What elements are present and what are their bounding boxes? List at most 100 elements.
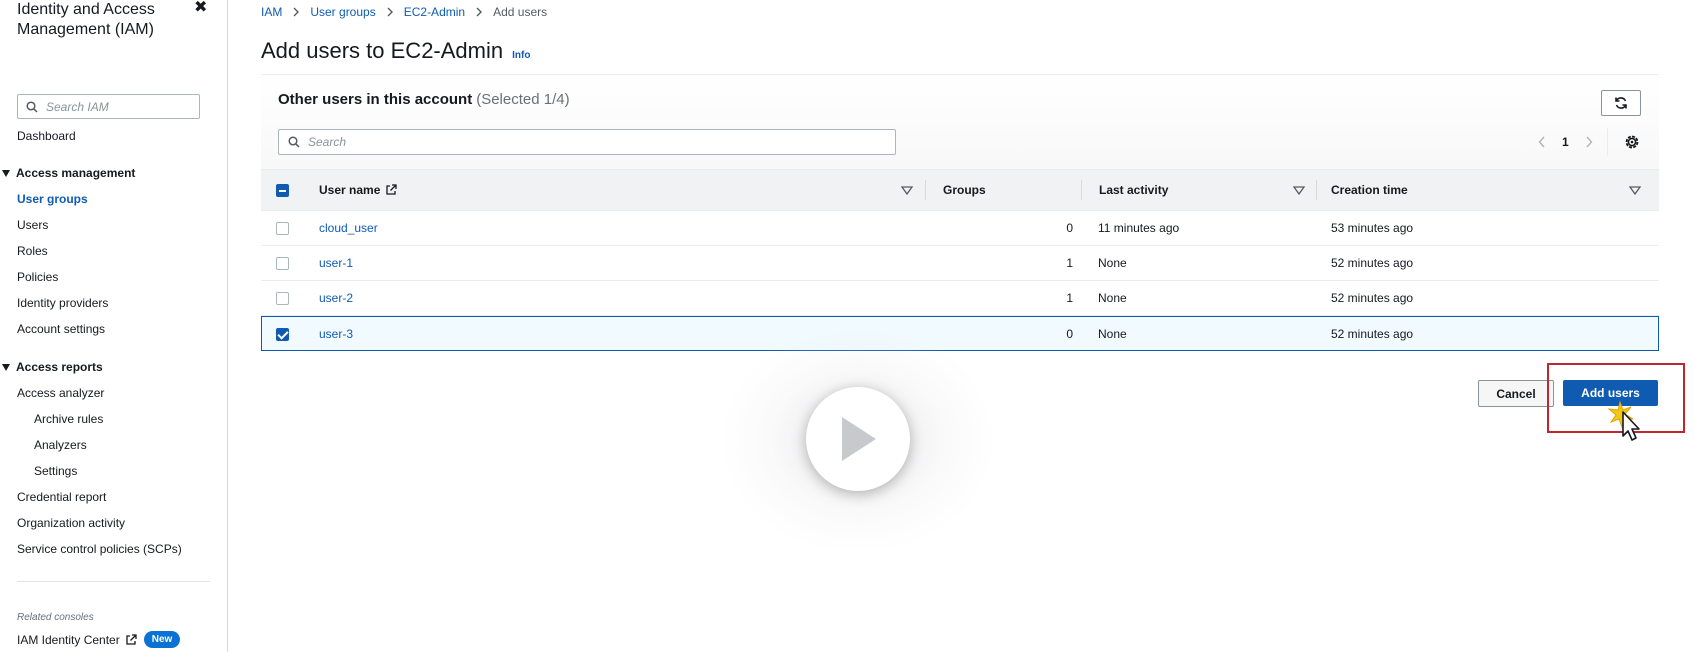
column-divider[interactable] [925, 180, 926, 200]
user-name-link[interactable]: user-2 [319, 281, 353, 315]
panel-header: Other users in this account (Selected 1/4… [261, 76, 1659, 169]
table-search-input[interactable] [308, 135, 868, 149]
column-divider[interactable] [1316, 180, 1317, 200]
refresh-button[interactable] [1601, 90, 1641, 116]
groups-count: 1 [1066, 291, 1073, 305]
sidebar-item-archive-rules[interactable]: Archive rules [34, 412, 103, 426]
sidebar-item-policies[interactable]: Policies [17, 270, 58, 284]
table-header: User name Groups Last activity Creation … [261, 169, 1659, 211]
table-search[interactable] [278, 129, 896, 155]
breadcrumb-user-groups[interactable]: User groups [310, 5, 375, 19]
last-activity: None [1098, 291, 1127, 305]
sidebar-item-roles[interactable]: Roles [17, 244, 48, 258]
column-last-activity[interactable]: Last activity [1099, 170, 1168, 210]
page: Identity and Access Management (IAM) ✖ D… [0, 0, 1694, 652]
breadcrumb-iam[interactable]: IAM [261, 5, 282, 19]
last-activity: 11 minutes ago [1098, 221, 1180, 235]
sidebar: Identity and Access Management (IAM) ✖ D… [0, 0, 228, 652]
new-badge: New [143, 631, 181, 648]
sidebar-title: Identity and Access Management (IAM) [17, 1, 155, 38]
sidebar-item-credential-report[interactable]: Credential report [17, 490, 106, 504]
users-table-panel: Other users in this account (Selected 1/4… [261, 76, 1659, 352]
sort-icon[interactable] [1293, 186, 1305, 195]
column-groups[interactable]: Groups [943, 170, 986, 210]
column-creation-time[interactable]: Creation time [1331, 170, 1408, 210]
sidebar-item-user-groups[interactable]: User groups [17, 192, 88, 206]
column-divider[interactable] [1081, 180, 1082, 200]
close-icon[interactable]: ✖ [194, 0, 210, 16]
breadcrumb-add-users: Add users [493, 5, 548, 19]
page-title-text: Add users to EC2-Admin [261, 38, 504, 63]
sidebar-search[interactable] [17, 94, 200, 119]
sidebar-section-access-management[interactable]: Access management [2, 166, 135, 180]
selected-count: (Selected 1/4) [476, 91, 570, 108]
user-name-link[interactable]: cloud_user [319, 211, 378, 245]
creation-time: 52 minutes ago [1331, 327, 1414, 341]
chevron-left-icon [1538, 136, 1545, 148]
sort-icon[interactable] [901, 186, 913, 195]
sidebar-item-analyzers[interactable]: Analyzers [34, 438, 87, 452]
row-select-cell [276, 317, 289, 351]
cancel-button[interactable]: Cancel [1478, 380, 1554, 407]
sidebar-item-users[interactable]: Users [17, 218, 48, 232]
sidebar-search-input[interactable] [46, 99, 186, 114]
panel-title: Other users in this account (Selected 1/4… [278, 91, 570, 108]
related-consoles-label: Related consoles [17, 612, 94, 623]
row-checkbox[interactable] [276, 221, 289, 235]
sidebar-item-scps[interactable]: Service control policies (SCPs) [17, 542, 182, 556]
sidebar-item-organization-activity[interactable]: Organization activity [17, 516, 125, 530]
sidebar-item-access-analyzer[interactable]: Access analyzer [17, 386, 104, 400]
column-label: User name [319, 183, 381, 197]
external-link-icon [386, 184, 398, 195]
table-row[interactable]: cloud_user 0 11 minutes ago 53 minutes a… [261, 211, 1659, 246]
row-checkbox[interactable] [276, 256, 289, 270]
gear-icon[interactable] [1623, 133, 1641, 151]
pagination: 1 [1536, 130, 1595, 154]
column-label: Creation time [1331, 183, 1408, 197]
caret-down-icon [2, 169, 10, 177]
sort-icon[interactable] [1629, 186, 1641, 195]
section-label: Access reports [16, 360, 103, 374]
user-name-link[interactable]: user-1 [319, 246, 353, 280]
creation-time: 53 minutes ago [1331, 221, 1414, 235]
row-select-cell [276, 211, 289, 245]
sidebar-item-identity-providers[interactable]: Identity providers [17, 296, 108, 310]
sidebar-section-access-reports[interactable]: Access reports [2, 360, 103, 374]
row-checkbox[interactable] [276, 327, 289, 341]
table-row[interactable]: user-1 1 None 52 minutes ago [261, 246, 1659, 281]
prev-page-button[interactable] [1536, 135, 1548, 149]
iam-identity-center-link[interactable]: IAM Identity Center New [17, 631, 181, 648]
last-activity: None [1098, 327, 1127, 341]
chevron-right-icon [293, 7, 300, 17]
page-number[interactable]: 1 [1562, 135, 1569, 149]
groups-count: 0 [1066, 221, 1073, 235]
sidebar-item-dashboard[interactable]: Dashboard [17, 129, 76, 143]
user-name-link[interactable]: user-3 [319, 317, 353, 351]
chevron-right-icon [387, 7, 393, 17]
pager-divider [1607, 128, 1608, 156]
breadcrumb-ec2-admin[interactable]: EC2-Admin [404, 5, 465, 19]
info-link[interactable]: Info [512, 50, 530, 61]
table-row[interactable]: user-2 1 None 52 minutes ago [261, 281, 1659, 316]
column-user-name[interactable]: User name [319, 170, 398, 210]
chevron-right-icon [476, 7, 483, 17]
select-all-cell [276, 170, 289, 210]
section-label: Access management [16, 166, 136, 180]
mouse-cursor-icon [1607, 400, 1640, 441]
select-all-checkbox[interactable] [276, 183, 289, 197]
creation-time: 52 minutes ago [1331, 256, 1414, 270]
row-select-cell [276, 246, 289, 280]
chevron-right-icon [1586, 136, 1593, 148]
sidebar-item-account-settings[interactable]: Account settings [17, 322, 105, 336]
creation-time: 52 minutes ago [1331, 291, 1414, 305]
row-select-cell [276, 281, 289, 315]
search-icon [288, 136, 300, 148]
panel-title-text: Other users in this account [278, 91, 473, 108]
search-icon [26, 100, 38, 113]
title-divider [261, 74, 1659, 75]
row-checkbox[interactable] [276, 291, 289, 305]
sidebar-item-settings[interactable]: Settings [34, 464, 77, 478]
next-page-button[interactable] [1583, 135, 1595, 149]
play-icon[interactable] [806, 387, 910, 491]
last-activity: None [1098, 256, 1127, 270]
